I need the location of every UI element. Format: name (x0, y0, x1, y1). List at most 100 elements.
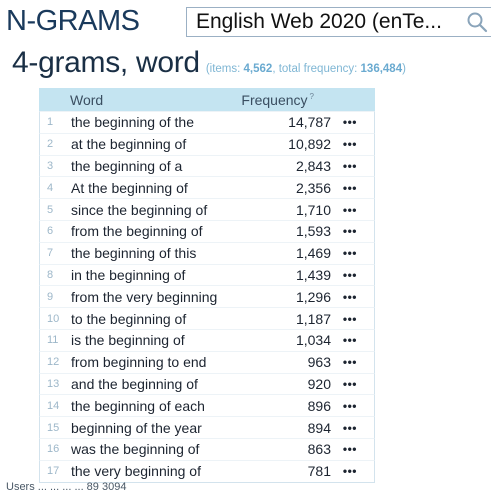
ngram-text[interactable]: was the beginning of (71, 441, 252, 457)
more-options-icon[interactable]: ••• (331, 159, 357, 173)
ngram-text[interactable]: the beginning of this (71, 245, 252, 261)
row-index: 4 (47, 181, 54, 194)
ngram-table: Word Frequency? 1 the beginning of the 14,… (39, 88, 375, 483)
table-row[interactable]: 17 the very beginning of 781 ••• (39, 459, 375, 482)
table-row[interactable]: 13 and the beginning of 920 ••• (39, 372, 375, 395)
more-options-icon[interactable]: ••• (331, 355, 357, 369)
corpus-selector[interactable]: English Web 2020 (enTe... (186, 7, 491, 37)
more-options-icon[interactable]: ••• (331, 399, 357, 413)
ngram-text[interactable]: from the very beginning (71, 289, 252, 305)
result-stats: (items: 4,562, total frequency: 136,484) (206, 63, 406, 75)
ngram-frequency: 920 (307, 375, 331, 392)
table-row[interactable]: 9 from the very beginning 1,296 ••• (39, 285, 375, 308)
ngram-text[interactable]: since the beginning of (71, 202, 252, 218)
more-options-icon[interactable]: ••• (331, 181, 357, 195)
table-row[interactable]: 2 at the beginning of 10,892 ••• (39, 132, 375, 155)
table-row[interactable]: 11 is the beginning of 1,034 ••• (39, 328, 375, 351)
ngram-text[interactable]: the beginning of each (71, 398, 252, 414)
help-icon[interactable]: ? (310, 92, 314, 101)
ngram-text[interactable]: from beginning to end (71, 354, 252, 370)
heading-row: 4-grams, word (items: 4,562, total frequ… (12, 46, 406, 80)
ngram-frequency: 963 (307, 354, 331, 371)
ngram-frequency: 14,787 (288, 114, 331, 131)
ngram-frequency: 1,710 (295, 201, 331, 218)
table-row[interactable]: 10 to the beginning of 1,187 ••• (39, 307, 375, 329)
column-header-frequency[interactable]: Frequency? (230, 92, 314, 108)
ngram-text[interactable]: and the beginning of (71, 376, 252, 392)
row-index: 7 (47, 247, 54, 260)
more-options-icon[interactable]: ••• (331, 421, 357, 435)
more-options-icon[interactable]: ••• (331, 246, 357, 260)
row-index: 6 (47, 225, 54, 238)
table-row[interactable]: 15 beginning of the year 894 ••• (39, 416, 375, 438)
corpus-selected-value: English Web 2020 (enTe... (196, 10, 442, 33)
table-row[interactable]: 14 the beginning of each 896 ••• (39, 394, 375, 417)
row-index: 12 (47, 356, 60, 369)
ngram-frequency: 1,296 (295, 288, 331, 305)
more-options-icon[interactable]: ••• (331, 464, 357, 478)
row-index: 2 (47, 138, 54, 151)
table-row[interactable]: 6 from the beginning of 1,593 ••• (39, 219, 375, 242)
table-row[interactable]: 8 in the beginning of 1,439 ••• (39, 263, 375, 286)
row-index: 17 (47, 465, 60, 478)
ngram-frequency: 1,593 (295, 223, 331, 240)
row-index: 16 (47, 443, 60, 456)
table-row[interactable]: 12 from beginning to end 963 ••• (39, 350, 375, 373)
ngram-text[interactable]: is the beginning of (71, 332, 252, 348)
table-header: Word Frequency? (39, 88, 375, 111)
ngram-text[interactable]: the very beginning of (71, 463, 252, 479)
ngram-text[interactable]: to the beginning of (71, 311, 252, 327)
more-options-icon[interactable]: ••• (331, 268, 357, 282)
search-icon[interactable] (465, 10, 489, 34)
column-header-frequency-label: Frequency (241, 91, 308, 108)
table-body: 1 the beginning of the 14,787 ••• 2 at the be… (39, 111, 375, 482)
ngram-text[interactable]: the beginning of a (71, 158, 252, 174)
ngram-text[interactable]: At the beginning of (71, 180, 252, 196)
row-index: 3 (47, 159, 54, 172)
table-row[interactable]: 1 the beginning of the 14,787 ••• (39, 111, 375, 133)
row-index: 15 (47, 421, 60, 434)
table-row[interactable]: 4 At the beginning of 2,356 ••• (39, 176, 375, 199)
ngram-frequency: 781 (307, 463, 331, 480)
column-header-word[interactable]: Word (70, 92, 230, 108)
ngram-text[interactable]: the beginning of the (71, 114, 252, 130)
ngram-text[interactable]: in the beginning of (71, 267, 252, 283)
items-count: 4,562 (243, 63, 273, 75)
table-row[interactable]: 5 since the beginning of 1,710 ••• (39, 198, 375, 220)
row-index: 1 (47, 116, 54, 129)
page-heading: 4-grams, word (12, 46, 200, 79)
table-row[interactable]: 3 the beginning of a 2,843 ••• (39, 154, 375, 177)
app-title: N-GRAMS (6, 5, 140, 37)
more-options-icon[interactable]: ••• (331, 290, 357, 304)
more-options-icon[interactable]: ••• (331, 442, 357, 456)
more-options-icon[interactable]: ••• (331, 312, 357, 326)
more-options-icon[interactable]: ••• (331, 224, 357, 238)
total-freq-label: , total frequency: (272, 63, 361, 75)
more-options-icon[interactable]: ••• (331, 137, 357, 151)
ngram-frequency: 894 (307, 419, 331, 436)
table-row[interactable]: 7 the beginning of this 1,469 ••• (39, 241, 375, 264)
more-options-icon[interactable]: ••• (331, 115, 357, 129)
ngram-frequency: 1,469 (295, 245, 331, 262)
more-options-icon[interactable]: ••• (331, 203, 357, 217)
table-row[interactable]: 16 was the beginning of 863 ••• (39, 437, 375, 460)
row-index: 5 (47, 203, 54, 216)
row-index: 14 (47, 399, 60, 412)
ngram-frequency: 2,356 (295, 179, 331, 196)
row-index: 10 (47, 312, 60, 325)
more-options-icon[interactable]: ••• (331, 377, 357, 391)
ngram-text[interactable]: beginning of the year (71, 420, 252, 436)
row-index: 11 (47, 334, 59, 347)
row-index: 9 (47, 290, 54, 303)
ngram-frequency: 863 (307, 441, 331, 458)
ngram-frequency: 1,439 (295, 266, 331, 283)
items-label: (items: (205, 63, 244, 75)
total-frequency: 136,484 (360, 63, 403, 75)
ngram-text[interactable]: from the beginning of (71, 223, 252, 239)
ngram-frequency: 1,187 (295, 310, 331, 327)
ngram-frequency: 1,034 (295, 332, 331, 349)
ngram-text[interactable]: at the beginning of (71, 136, 252, 152)
ngram-frequency: 10,892 (288, 136, 331, 153)
more-options-icon[interactable]: ••• (331, 333, 357, 347)
ngram-frequency: 896 (307, 397, 331, 414)
